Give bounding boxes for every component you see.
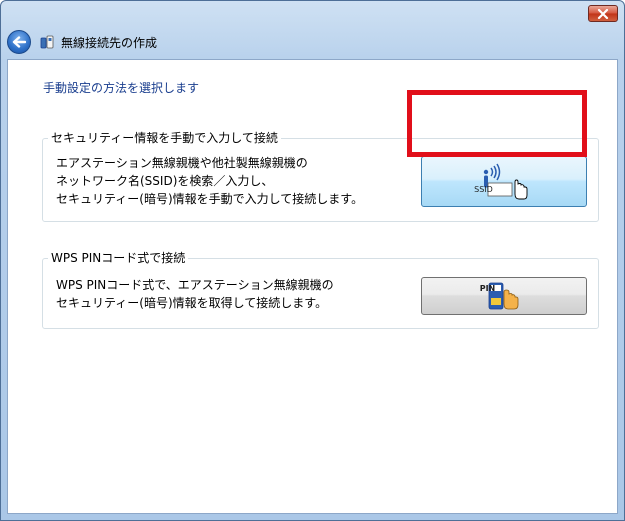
- close-button[interactable]: [588, 5, 618, 22]
- description-line: セキュリティー(暗号)情報を手動で入力して接続します。: [56, 192, 364, 206]
- back-button[interactable]: [7, 30, 31, 54]
- back-arrow-icon: [12, 36, 26, 48]
- ssid-hand-icon: [483, 163, 528, 199]
- dialog-window: 無線接続先の作成 手動設定の方法を選択します セキュリティー情報を手動で入力して…: [0, 0, 625, 521]
- description-line: ネットワーク名(SSID)を検索／入力し、: [56, 174, 274, 188]
- instruction-text: 手動設定の方法を選択します: [43, 81, 200, 95]
- option-description: WPS PINコード式で、エアステーション無線親機の セキュリティー(暗号)情報…: [56, 276, 334, 312]
- highlight-annotation: [407, 90, 587, 157]
- description-line: エアステーション無線親機や他社製無線親機の: [56, 156, 308, 170]
- wireless-network-icon: [39, 34, 55, 50]
- option-legend: セキュリティー情報を手動で入力して接続: [48, 130, 281, 146]
- window-title: 無線接続先の作成: [61, 35, 158, 50]
- dialog-header: 無線接続先の作成: [7, 27, 618, 57]
- wps-pin-option: WPS PINコード式で接続 WPS PINコード式で、エアステーション無線親機…: [42, 250, 599, 329]
- description-line: WPS PINコード式で、エアステーション無線親機の: [56, 278, 334, 292]
- option-description: エアステーション無線親機や他社製無線親機の ネットワーク名(SSID)を検索／入…: [56, 154, 363, 208]
- manual-security-button[interactable]: SSID: [421, 156, 587, 207]
- option-legend: WPS PINコード式で接続: [48, 250, 189, 266]
- ssid-icon-label: SSID: [474, 185, 493, 194]
- description-line: セキュリティー(暗号)情報を取得して接続します。: [56, 296, 328, 310]
- wps-pin-button[interactable]: PIN: [421, 277, 587, 315]
- close-icon: [597, 8, 609, 19]
- pin-icon-label: PIN: [479, 283, 496, 293]
